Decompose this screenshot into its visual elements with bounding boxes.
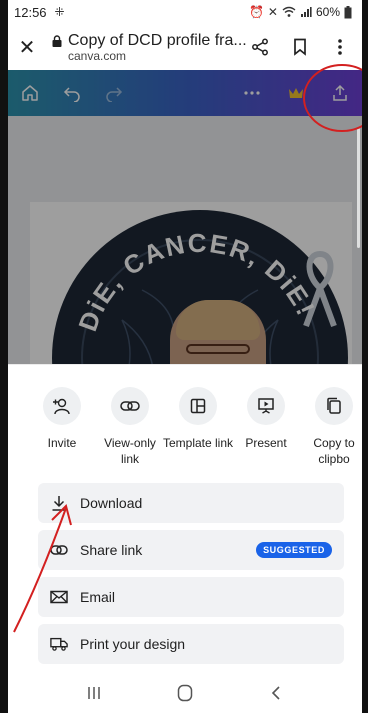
device-bezel-right xyxy=(362,0,368,713)
share-action-list: Download Share link SUGGESTED Email Prin… xyxy=(8,467,362,664)
status-time: 12:56 xyxy=(14,4,47,20)
share-option-label: Invite xyxy=(47,436,77,450)
system-nav-bar xyxy=(8,673,362,713)
recent-apps-icon[interactable] xyxy=(82,681,106,705)
url-info[interactable]: Copy of DCD profile fra... canva.com xyxy=(52,32,250,63)
share-option-label: Copy to clipbo xyxy=(313,436,355,466)
more-menu-icon[interactable] xyxy=(330,37,350,57)
back-nav-icon[interactable] xyxy=(264,681,288,705)
share-option-label: View-only link xyxy=(104,436,156,466)
download-button[interactable]: Download xyxy=(38,483,344,523)
alarm-icon: ⏰ xyxy=(248,5,264,19)
grid-notification-icon: ⁜ xyxy=(54,5,65,19)
suggested-badge: SUGGESTED xyxy=(256,542,332,558)
scrollbar[interactable] xyxy=(357,128,360,248)
share-link-button[interactable]: Share link SUGGESTED xyxy=(38,530,344,570)
toolbar-overlay xyxy=(8,70,362,116)
design-editor: DiE, CANCER, DiE! xyxy=(8,116,362,376)
bookmark-icon[interactable] xyxy=(290,37,310,57)
template-icon xyxy=(179,387,217,425)
action-label: Print your design xyxy=(80,636,186,652)
share-option-present[interactable]: Present xyxy=(232,387,300,467)
mute-icon: ✕ xyxy=(267,5,278,19)
close-tab-button[interactable]: ✕ xyxy=(16,35,38,60)
action-label: Download xyxy=(80,495,143,511)
editor-overlay xyxy=(8,116,362,376)
device-bezel-left xyxy=(0,0,8,713)
browser-url-bar: ✕ Copy of DCD profile fra... canva.com xyxy=(8,24,362,70)
copy-icon xyxy=(315,387,353,425)
share-option-copy-clipboard[interactable]: Copy to clipbo xyxy=(300,387,362,467)
email-icon xyxy=(50,588,68,606)
share-option-view-only-link[interactable]: View-only link xyxy=(96,387,164,467)
action-label: Share link xyxy=(80,542,143,558)
add-person-icon xyxy=(43,387,81,425)
share-bottom-sheet: Invite View-only link Template link Pres… xyxy=(8,364,362,674)
battery-percent: 60% xyxy=(315,5,340,19)
truck-icon xyxy=(50,635,68,653)
wifi-icon xyxy=(282,6,296,17)
print-design-button[interactable]: Print your design xyxy=(38,624,344,664)
lock-icon xyxy=(52,34,62,47)
share-option-label: Present xyxy=(245,436,287,450)
share-option-template-link[interactable]: Template link xyxy=(162,387,234,467)
link-icon xyxy=(111,387,149,425)
signal-icon xyxy=(300,7,312,17)
email-button[interactable]: Email xyxy=(38,577,344,617)
share-icon[interactable] xyxy=(250,37,270,57)
action-label: Email xyxy=(80,589,116,605)
page-title: Copy of DCD profile fra... xyxy=(68,31,247,49)
share-options-row: Invite View-only link Template link Pres… xyxy=(8,365,362,467)
link-icon xyxy=(50,541,68,559)
phone-screen: 12:56 ⁜ ⏰ ✕ 60% ✕ Copy of DCD profile fr… xyxy=(8,0,362,713)
present-icon xyxy=(247,387,285,425)
page-domain: canva.com xyxy=(68,48,127,63)
share-option-invite[interactable]: Invite xyxy=(28,387,96,467)
download-icon xyxy=(50,494,68,512)
battery-icon xyxy=(344,5,352,18)
status-bar: 12:56 ⁜ ⏰ ✕ 60% xyxy=(8,0,362,24)
home-nav-icon[interactable] xyxy=(173,681,197,705)
share-option-label: Template link xyxy=(162,436,234,450)
